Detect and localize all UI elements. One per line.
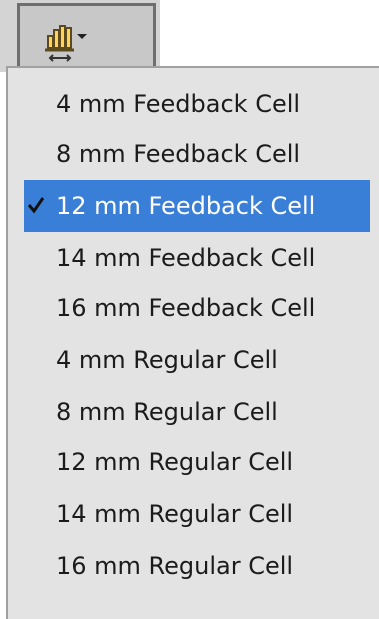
menu-item-label: 14 mm Regular Cell bbox=[56, 500, 294, 528]
checkmark-icon bbox=[27, 197, 45, 214]
menu-item[interactable]: 8 mm Regular Cell bbox=[24, 386, 370, 438]
cell-tool-dropdown-button[interactable] bbox=[17, 3, 156, 66]
menu-item-label: 12 mm Feedback Cell bbox=[56, 192, 316, 220]
menu-item[interactable]: 4 mm Feedback Cell bbox=[24, 78, 370, 130]
menu-item-label: 8 mm Feedback Cell bbox=[56, 140, 301, 168]
toolbar bbox=[0, 0, 160, 72]
menu-item[interactable]: 8 mm Feedback Cell bbox=[24, 128, 370, 180]
menu-item-label: 4 mm Regular Cell bbox=[56, 346, 278, 374]
menu-item[interactable]: 12 mm Feedback Cell bbox=[24, 180, 370, 232]
menu-item[interactable]: 14 mm Regular Cell bbox=[24, 488, 370, 540]
menu-item-label: 16 mm Regular Cell bbox=[56, 552, 294, 580]
menu-item[interactable]: 16 mm Regular Cell bbox=[24, 540, 370, 592]
cell-size-dropdown-menu: 4 mm Feedback Cell 8 mm Feedback Cell 12 m… bbox=[6, 66, 379, 619]
menu-item-label: 14 mm Feedback Cell bbox=[56, 244, 316, 272]
menu-item-label: 12 mm Regular Cell bbox=[56, 448, 294, 476]
cell-tool-dropdown-icon bbox=[45, 25, 87, 62]
menu-item[interactable]: 4 mm Regular Cell bbox=[24, 334, 370, 386]
menu-item-label: 4 mm Feedback Cell bbox=[56, 90, 301, 118]
menu-item[interactable]: 14 mm Feedback Cell bbox=[24, 232, 370, 284]
menu-item-label: 16 mm Feedback Cell bbox=[56, 294, 316, 322]
menu-item-label: 8 mm Regular Cell bbox=[56, 398, 278, 426]
menu-item[interactable]: 12 mm Regular Cell bbox=[24, 436, 370, 488]
menu-item[interactable]: 16 mm Feedback Cell bbox=[24, 282, 370, 334]
